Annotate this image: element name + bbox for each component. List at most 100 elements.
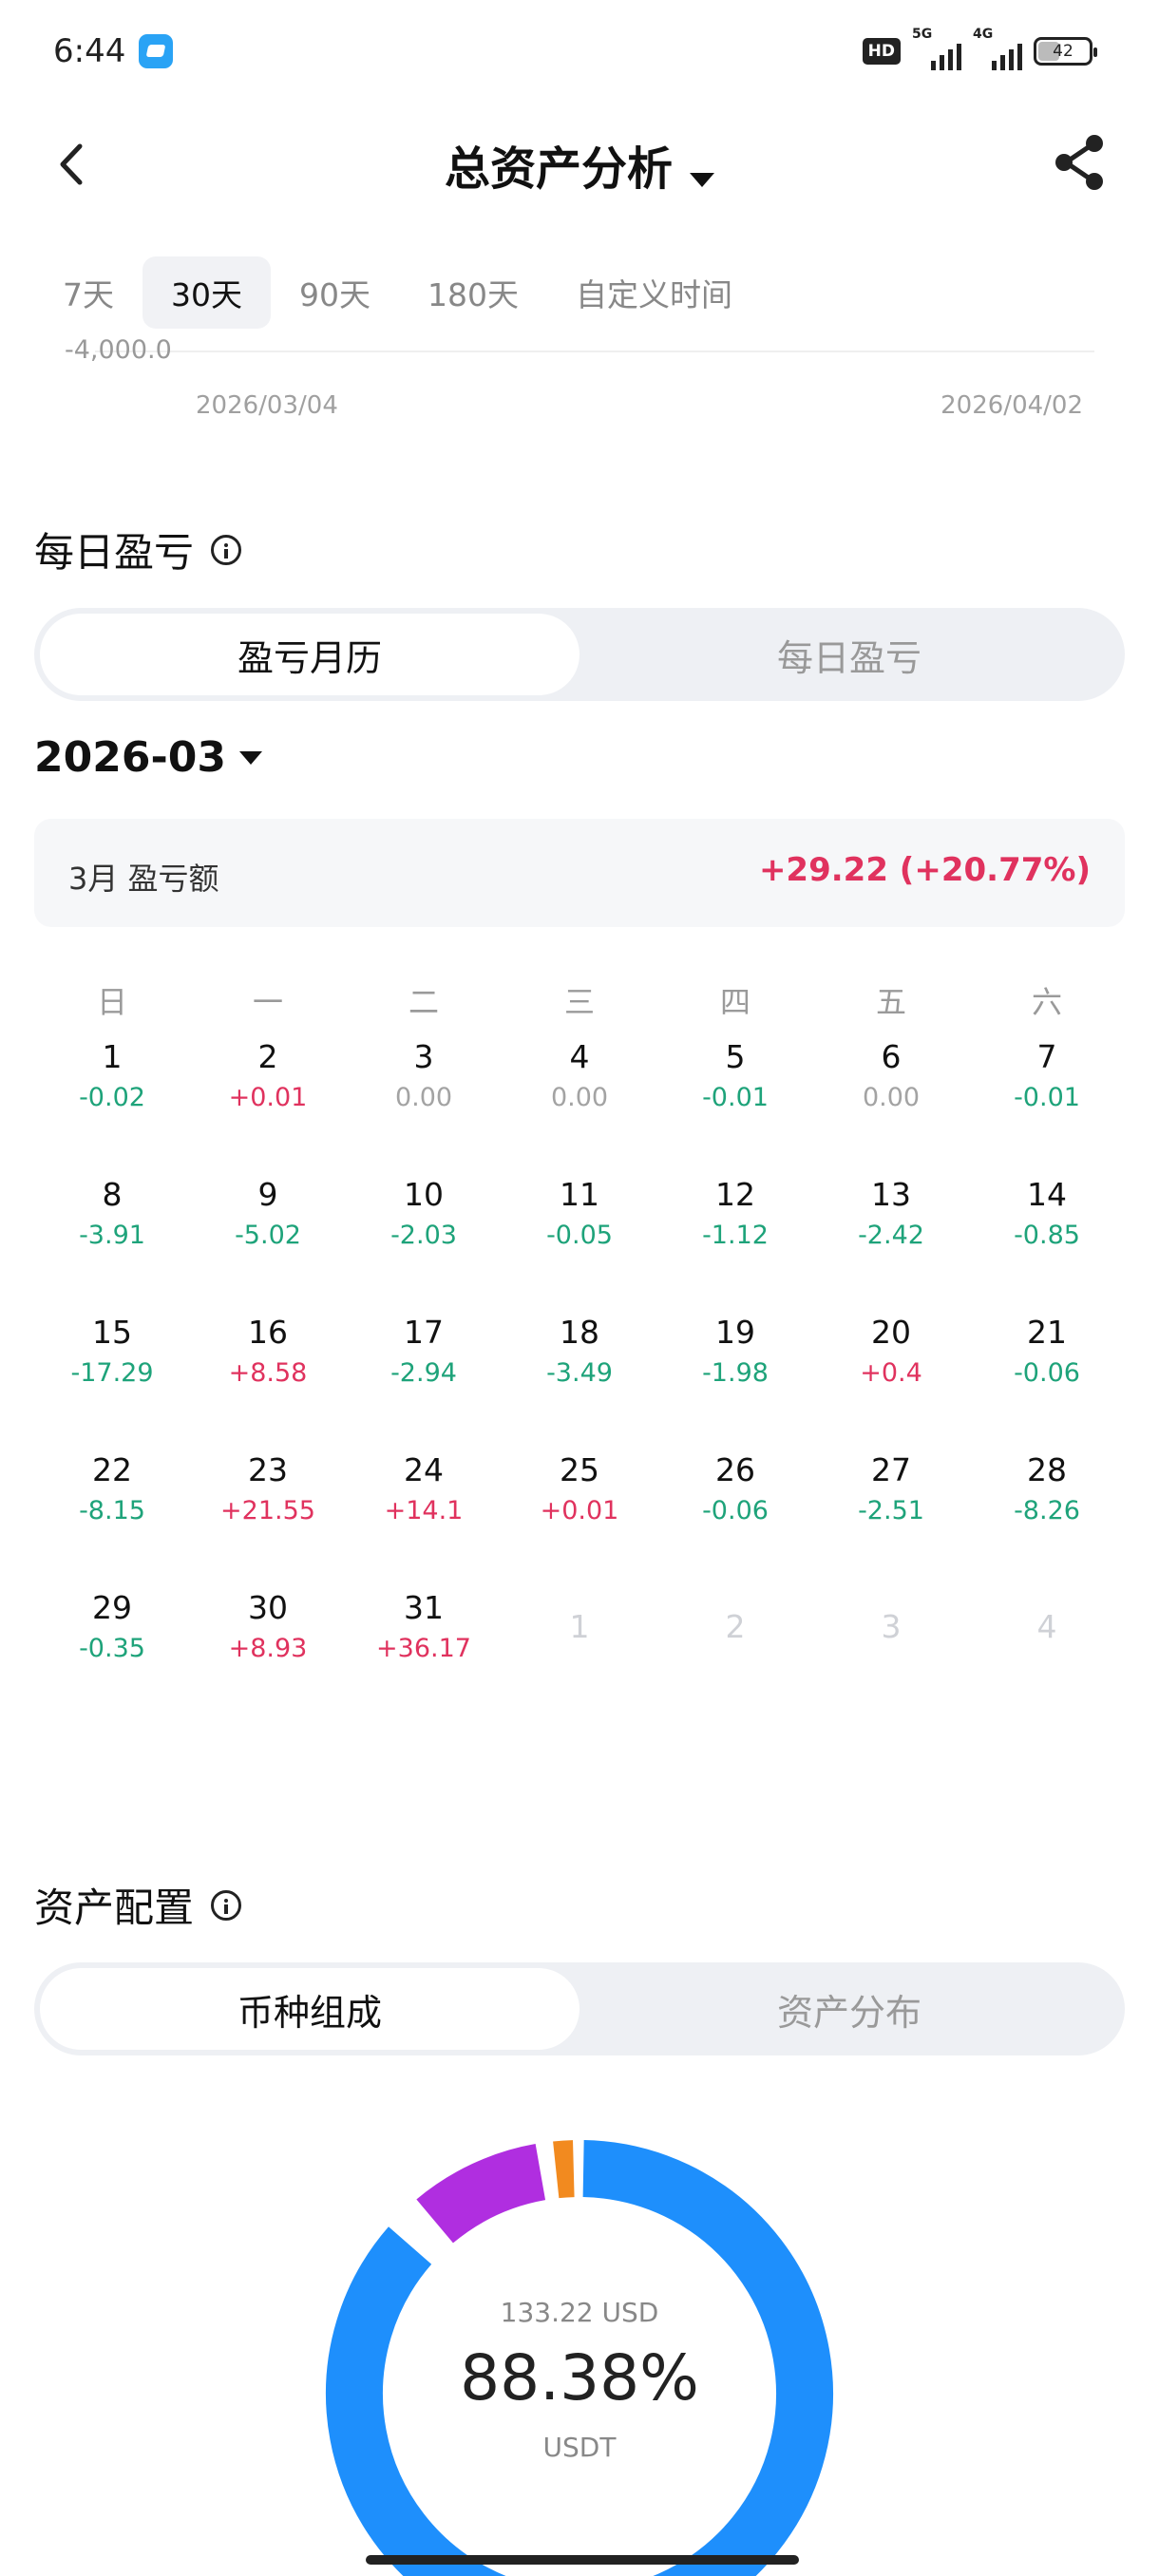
day-pnl-value: -8.15 bbox=[79, 1496, 145, 1525]
info-icon[interactable] bbox=[211, 534, 242, 565]
calendar-day[interactable]: 8 -3.91 bbox=[34, 1173, 190, 1311]
donut-center-coin: USDT bbox=[542, 2432, 617, 2463]
page-title: 总资产分析 bbox=[444, 142, 673, 196]
tab-180d[interactable]: 180天 bbox=[399, 256, 547, 329]
calendar-day[interactable]: 15 -17.29 bbox=[34, 1311, 190, 1449]
month-summary-card: 3月 盈亏额 +29.22 (+20.77%) bbox=[34, 819, 1125, 927]
day-number: 11 bbox=[560, 1176, 599, 1213]
app-notification-icon bbox=[139, 34, 173, 68]
hd-voice-icon: HD bbox=[862, 38, 901, 65]
day-number: 16 bbox=[248, 1314, 288, 1351]
calendar-day[interactable]: 12 -1.12 bbox=[657, 1173, 813, 1311]
day-pnl-value: -0.05 bbox=[546, 1221, 613, 1250]
segment-pnl-calendar[interactable]: 盈亏月历 bbox=[40, 614, 580, 695]
tab-90d[interactable]: 90天 bbox=[271, 256, 399, 329]
segment-daily-pnl[interactable]: 每日盈亏 bbox=[580, 614, 1119, 695]
calendar-day[interactable]: 20 +0.4 bbox=[813, 1311, 969, 1449]
calendar-day[interactable]: 11 -0.05 bbox=[502, 1173, 657, 1311]
calendar-day[interactable]: 28 -8.26 bbox=[969, 1449, 1125, 1586]
network-type-label: 5G bbox=[912, 27, 933, 42]
calendar-day[interactable]: 14 -0.85 bbox=[969, 1173, 1125, 1311]
calendar-day[interactable]: 31 +36.17 bbox=[346, 1586, 502, 1724]
calendar-day[interactable]: 22 -8.15 bbox=[34, 1449, 190, 1586]
day-pnl-value: +36.17 bbox=[376, 1634, 471, 1663]
calendar-day[interactable]: 21 -0.06 bbox=[969, 1311, 1125, 1449]
calendar-day[interactable]: 16 +8.58 bbox=[190, 1311, 346, 1449]
weekday-header: 日一二三四五六 bbox=[34, 978, 1125, 1035]
weekday-label: 日 bbox=[96, 984, 127, 1020]
day-number: 29 bbox=[92, 1589, 132, 1626]
day-number: 20 bbox=[871, 1314, 911, 1351]
calendar-day[interactable]: 6 0.00 bbox=[813, 1035, 969, 1173]
tab-7d[interactable]: 7天 bbox=[34, 256, 142, 329]
status-time: 6:44 bbox=[53, 32, 126, 70]
day-pnl-value: +0.01 bbox=[228, 1083, 308, 1112]
section-title-text: 资产配置 bbox=[34, 1885, 195, 1931]
calendar-week: 1 -0.02 2 +0.01 3 0.00 4 0.00 5 -0.01 6 0.00 7 -0.01 bbox=[34, 1035, 1125, 1173]
home-indicator[interactable] bbox=[366, 2555, 799, 2565]
tab-30d[interactable]: 30天 bbox=[142, 256, 271, 329]
donut-segment-purple[interactable] bbox=[416, 2144, 546, 2244]
calendar-day[interactable]: 5 -0.01 bbox=[657, 1035, 813, 1173]
calendar-week: 8 -3.91 9 -5.02 10 -2.03 11 -0.05 12 -1.12 13 -2.42… bbox=[34, 1173, 1125, 1311]
weekday-label: 六 bbox=[1031, 984, 1062, 1020]
day-number: 26 bbox=[715, 1451, 755, 1488]
calendar-day[interactable]: 30 +8.93 bbox=[190, 1586, 346, 1724]
calendar-day[interactable]: 7 -0.01 bbox=[969, 1035, 1125, 1173]
donut-center-amount: 133.22 USD bbox=[500, 2297, 659, 2328]
tab-custom-time[interactable]: 自定义时间 bbox=[547, 256, 761, 329]
day-pnl-value: +21.55 bbox=[220, 1496, 315, 1525]
signal-4g-icon: 4G bbox=[973, 27, 1022, 70]
calendar-day[interactable]: 26 -0.06 bbox=[657, 1449, 813, 1586]
day-pnl-value: -2.42 bbox=[858, 1221, 924, 1250]
day-number: 10 bbox=[404, 1176, 444, 1213]
calendar-day[interactable]: 27 -2.51 bbox=[813, 1449, 969, 1586]
calendar-grid: 1 -0.02 2 +0.01 3 0.00 4 0.00 5 -0.01 6 0.00 7 -0.01 8… bbox=[34, 1035, 1125, 1724]
share-icon bbox=[1055, 135, 1103, 190]
segment-asset-distribution[interactable]: 资产分布 bbox=[580, 1968, 1119, 2050]
day-number: 2 bbox=[257, 1038, 278, 1075]
summary-value: +29.22 (+20.77%) bbox=[758, 851, 1091, 889]
day-number: 4 bbox=[569, 1038, 590, 1075]
info-icon[interactable] bbox=[211, 1889, 242, 1921]
calendar-day[interactable]: 18 -3.49 bbox=[502, 1311, 657, 1449]
calendar-day: 4 bbox=[969, 1586, 1125, 1724]
day-number: 9 bbox=[257, 1176, 278, 1213]
calendar-day[interactable]: 3 0.00 bbox=[346, 1035, 502, 1173]
calendar-day[interactable]: 19 -1.98 bbox=[657, 1311, 813, 1449]
month-selector[interactable]: 2026-03 bbox=[34, 733, 262, 782]
day-number: 18 bbox=[560, 1314, 599, 1351]
day-number: 3 bbox=[881, 1608, 902, 1645]
daily-pnl-section-title: 每日盈亏 bbox=[34, 521, 242, 578]
allocation-view-switch: 币种组成 资产分布 bbox=[34, 1962, 1125, 2055]
calendar-day[interactable]: 2 +0.01 bbox=[190, 1035, 346, 1173]
calendar-day[interactable]: 1 -0.02 bbox=[34, 1035, 190, 1173]
calendar-day[interactable]: 29 -0.35 bbox=[34, 1586, 190, 1724]
calendar-day[interactable]: 9 -5.02 bbox=[190, 1173, 346, 1311]
calendar-day[interactable]: 24 +14.1 bbox=[346, 1449, 502, 1586]
calendar-day[interactable]: 13 -2.42 bbox=[813, 1173, 969, 1311]
day-pnl-value: +8.58 bbox=[228, 1358, 308, 1388]
day-pnl-value: -0.85 bbox=[1014, 1221, 1080, 1250]
segment-coin-composition[interactable]: 币种组成 bbox=[40, 1968, 580, 2050]
calendar-day[interactable]: 25 +0.01 bbox=[502, 1449, 657, 1586]
calendar-day[interactable]: 4 0.00 bbox=[502, 1035, 657, 1173]
page-title-dropdown[interactable]: 总资产分析 bbox=[0, 131, 1159, 198]
day-pnl-value: -0.35 bbox=[79, 1634, 145, 1663]
day-number: 12 bbox=[715, 1176, 755, 1213]
day-pnl-value: 0.00 bbox=[394, 1083, 453, 1112]
chart-y-tick: -4,000.0 bbox=[65, 335, 172, 365]
chart-date-start: 2026/03/04 bbox=[196, 391, 338, 420]
share-button[interactable] bbox=[1051, 133, 1110, 192]
weekday-label: 五 bbox=[875, 984, 906, 1020]
day-pnl-value: -1.12 bbox=[702, 1221, 769, 1250]
calendar-day[interactable]: 17 -2.94 bbox=[346, 1311, 502, 1449]
calendar-day: 3 bbox=[813, 1586, 969, 1724]
calendar-day[interactable]: 23 +21.55 bbox=[190, 1449, 346, 1586]
weekday-label: 三 bbox=[563, 984, 595, 1020]
day-number: 14 bbox=[1027, 1176, 1067, 1213]
status-indicators: HD 5G 4G 42 bbox=[862, 27, 1097, 70]
caret-down-icon bbox=[238, 750, 262, 765]
calendar-day[interactable]: 10 -2.03 bbox=[346, 1173, 502, 1311]
day-number: 4 bbox=[1036, 1608, 1057, 1645]
